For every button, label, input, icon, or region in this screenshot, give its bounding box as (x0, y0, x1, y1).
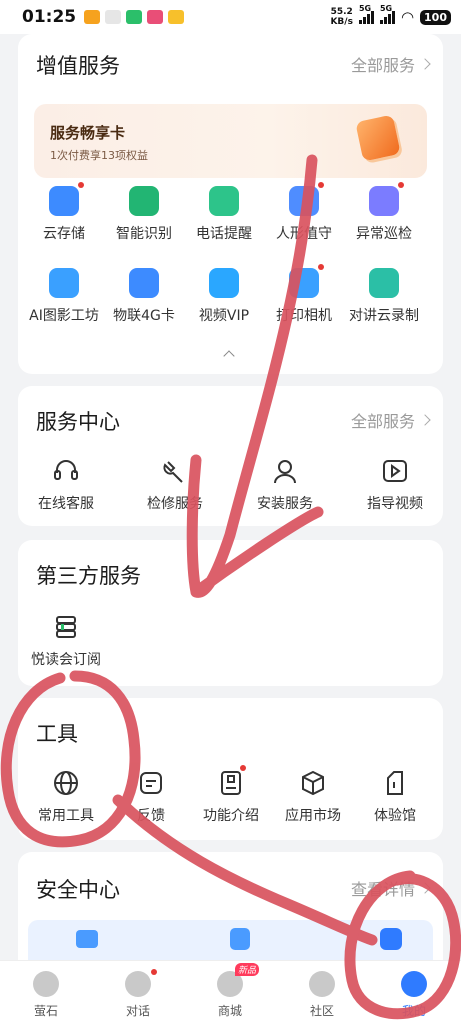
intercom-record-icon (369, 268, 399, 298)
headset-icon (51, 456, 81, 486)
monitor-icon (76, 930, 98, 948)
security-center-details-link[interactable]: 查看详情 (351, 876, 431, 900)
third-party-item-reading[interactable]: 悦读会订阅 (16, 612, 116, 669)
ezviz-icon (33, 971, 59, 997)
tab-mall[interactable]: 新品 商城 (195, 963, 265, 1019)
unread-dot (398, 182, 404, 188)
notification-app-icon (126, 10, 143, 24)
status-bar: 01:25 55.2 KB/s 5G 5G ◠ 100 (0, 0, 461, 34)
phone-alert-icon (209, 186, 239, 216)
tool-item-experience-hall[interactable]: 体验馆 (345, 768, 445, 825)
mall-icon: 新品 (217, 963, 260, 997)
service-item-guide-video[interactable]: 指导视频 (345, 456, 445, 513)
globe-icon (51, 768, 81, 798)
status-time: 01:25 (22, 7, 77, 27)
value-services-card: 增值服务 全部服务 服务畅享卡 1次付费享13项权益 云存储 智能识别 电话提醒 人形… (18, 34, 443, 374)
unread-dot (318, 264, 324, 270)
battery-icon: 100 (420, 9, 451, 25)
unread-dot (78, 182, 84, 188)
promo-subtitle: 1次付费享13项权益 (50, 149, 148, 162)
video-vip-icon (209, 268, 239, 298)
new-badge: 新品 (235, 963, 260, 976)
unread-dot (318, 182, 324, 188)
tab-home[interactable]: 萤石 (11, 971, 81, 1019)
service-item-install[interactable]: 安装服务 (235, 456, 335, 513)
promo-title: 服务畅享卡 (50, 124, 126, 142)
chevron-right-icon (419, 414, 431, 426)
service-center-all-link[interactable]: 全部服务 (351, 408, 431, 432)
building-icon (380, 768, 410, 798)
cloud-storage-icon (49, 182, 84, 216)
third-party-title: 第三方服务 (36, 564, 141, 588)
lock-icon (230, 928, 250, 950)
ai-recognition-icon (129, 186, 159, 216)
notification-app-icon (168, 10, 185, 24)
book-icon (216, 765, 246, 798)
security-center-card: 安全中心 查看详情 (18, 852, 443, 972)
wifi-icon: ◠ (400, 8, 415, 26)
ai-image-icon (49, 268, 79, 298)
cube-icon (298, 768, 328, 798)
community-icon (309, 971, 335, 997)
value-service-item[interactable]: 对讲云录制 (334, 268, 434, 325)
security-center-title: 安全中心 (36, 878, 120, 902)
notification-app-icon (105, 10, 122, 24)
iot-4g-card-icon (129, 268, 159, 298)
promo-card-icon (355, 114, 401, 162)
wrench-icon (160, 456, 190, 486)
service-center-title: 服务中心 (36, 410, 120, 434)
value-service-item[interactable]: 异常巡检 (334, 182, 434, 243)
shield-check-icon (380, 928, 402, 950)
chevron-right-icon (419, 882, 431, 894)
installer-icon (270, 456, 300, 486)
notification-app-icon (84, 10, 101, 24)
value-service-label: 对讲云录制 (349, 308, 419, 324)
human-guard-icon (289, 182, 324, 216)
play-video-icon (380, 456, 410, 486)
notification-app-icon (147, 10, 164, 24)
tools-title: 工具 (36, 722, 78, 746)
signal-5g-icon: 5G (358, 4, 374, 24)
tab-profile[interactable]: 我的 (379, 971, 449, 1019)
value-services-title: 增值服务 (36, 54, 120, 78)
tools-card: 工具 常用工具 反馈 功能介绍 应用市场 体验馆 (18, 698, 443, 840)
network-speed: 55.2 KB/s (330, 7, 353, 27)
value-services-all-link[interactable]: 全部服务 (351, 52, 431, 76)
profile-icon (401, 971, 427, 997)
tab-chat[interactable]: 对话 (103, 969, 173, 1019)
service-card-promo[interactable]: 服务畅享卡 1次付费享13项权益 (34, 104, 427, 178)
chat-icon (125, 969, 157, 997)
chevron-right-icon (419, 58, 431, 70)
tab-community[interactable]: 社区 (287, 971, 357, 1019)
print-camera-icon (289, 264, 324, 298)
feedback-icon (136, 768, 166, 798)
value-service-label: 异常巡检 (356, 226, 412, 242)
books-icon (51, 612, 81, 642)
service-item-online-support[interactable]: 在线客服 (16, 456, 116, 513)
third-party-card: 第三方服务 悦读会订阅 (18, 540, 443, 686)
signal-5g-icon: 5G (379, 4, 395, 24)
anomaly-inspect-icon (369, 182, 404, 216)
bottom-tab-bar: 萤石 对话 新品 商城 社区 我的 (0, 960, 461, 1024)
collapse-chevron-icon[interactable] (223, 350, 235, 362)
service-center-card: 服务中心 全部服务 在线客服 检修服务 安装服务 指导视频 (18, 386, 443, 526)
service-item-repair[interactable]: 检修服务 (125, 456, 225, 513)
